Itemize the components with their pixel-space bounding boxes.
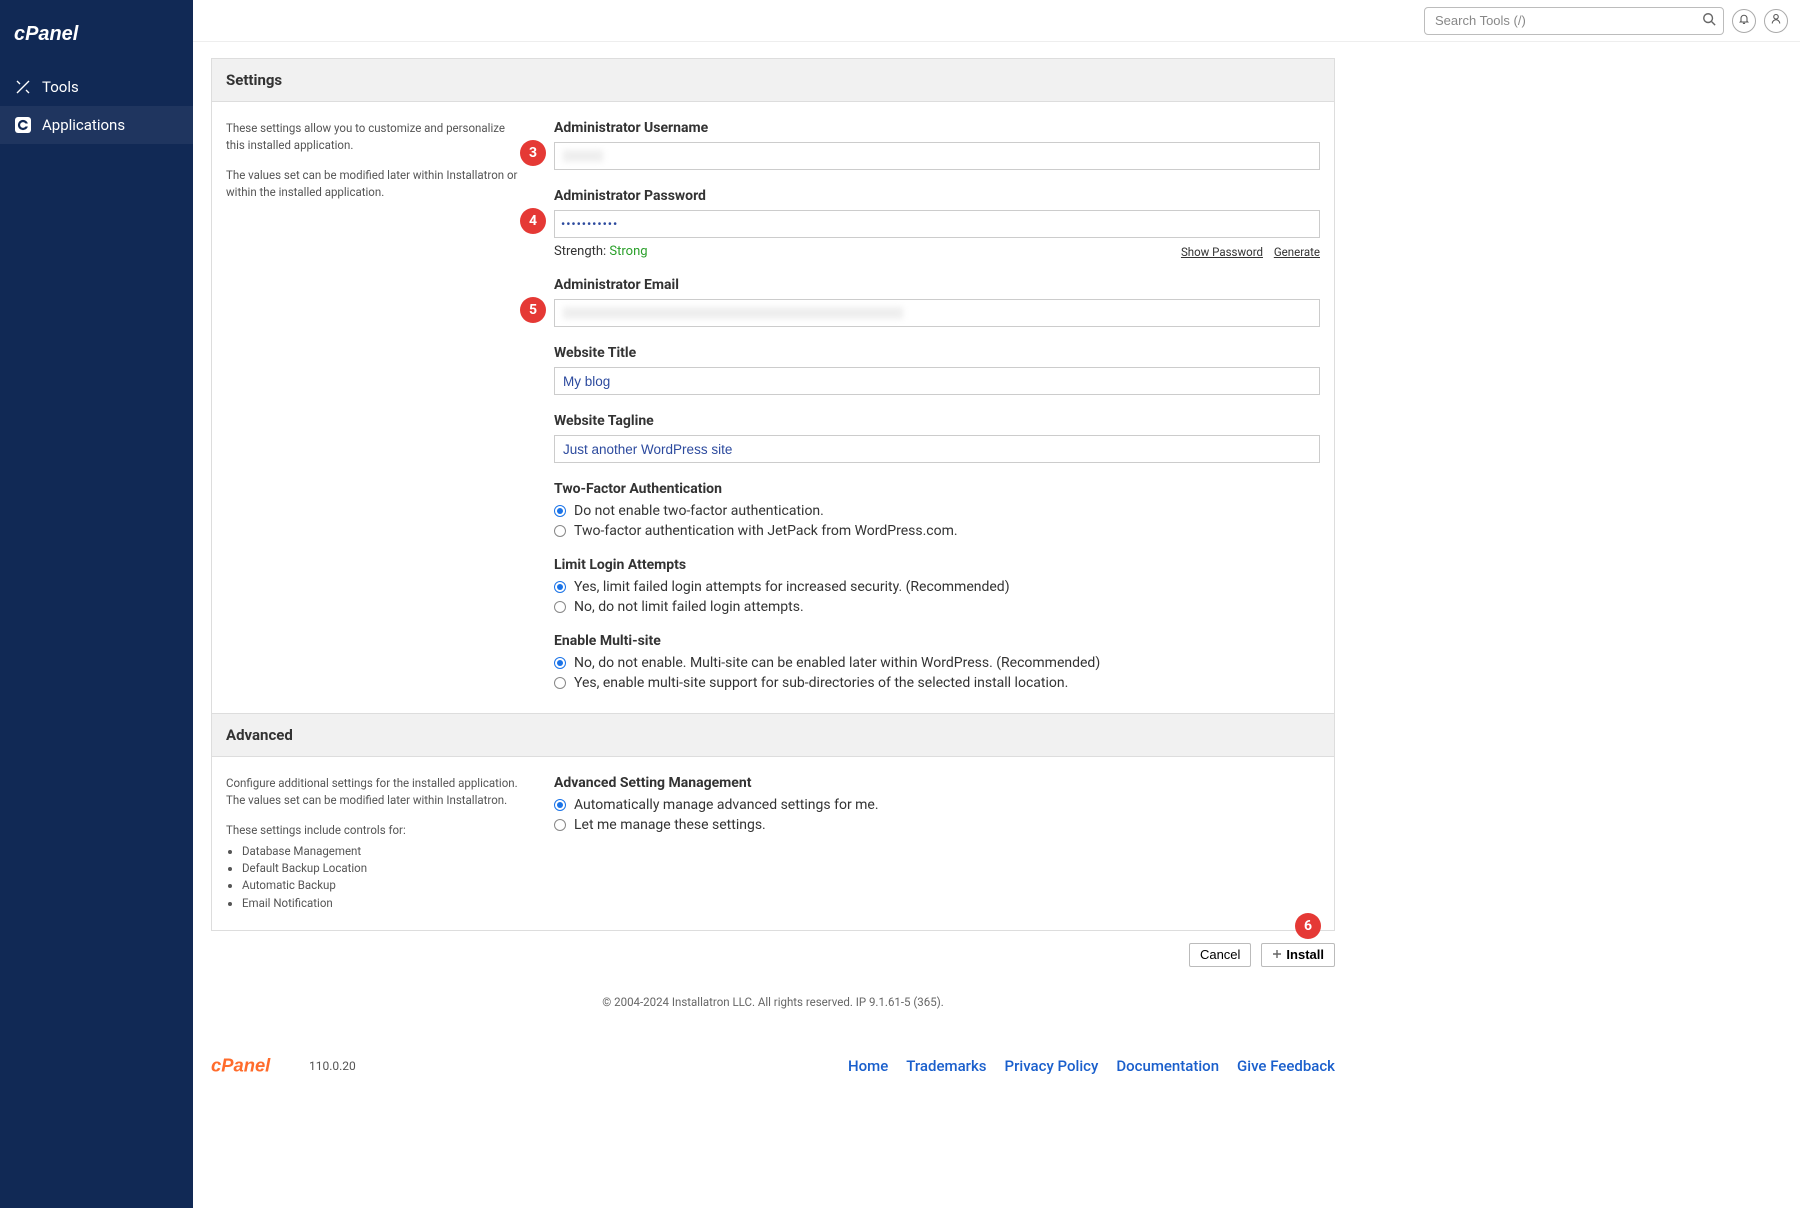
step-badge-4: 4 <box>520 208 546 234</box>
admin-email-input[interactable] <box>554 299 1320 327</box>
radio-unchecked-icon[interactable] <box>554 819 566 831</box>
cpanel-footer-logo: cPanel <box>211 1053 303 1079</box>
tfa-option-jetpack[interactable]: Two-factor authentication with JetPack f… <box>554 523 1320 539</box>
limit-login-label: Limit Login Attempts <box>554 557 1320 573</box>
footer-link-home[interactable]: Home <box>848 1057 888 1075</box>
admin-username-label: Administrator Username <box>554 120 1320 136</box>
advanced-mgmt-manual[interactable]: Let me manage these settings. <box>554 817 1320 833</box>
sidebar-item-label: Tools <box>42 78 79 96</box>
radio-checked-icon[interactable] <box>554 505 566 517</box>
search-input[interactable] <box>1424 7 1724 35</box>
user-icon <box>1770 13 1782 28</box>
admin-username-field: 3 Administrator Username <box>554 120 1320 170</box>
footer-link-privacy[interactable]: Privacy Policy <box>1005 1057 1099 1075</box>
admin-email-field: 5 Administrator Email <box>554 277 1320 327</box>
multisite-yes[interactable]: Yes, enable multi-site support for sub-d… <box>554 675 1320 691</box>
settings-header: Settings <box>212 59 1334 102</box>
copyright-text: © 2004-2024 Installatron LLC. All rights… <box>211 995 1335 1009</box>
multisite-no[interactable]: No, do not enable. Multi-site can be ena… <box>554 655 1320 671</box>
website-title-input[interactable] <box>554 367 1320 395</box>
footer-links: Home Trademarks Privacy Policy Documenta… <box>848 1057 1335 1075</box>
footer: cPanel 110.0.20 Home Trademarks Privacy … <box>211 1045 1335 1097</box>
limit-login-no[interactable]: No, do not limit failed login attempts. <box>554 599 1320 615</box>
limit-login-yes[interactable]: Yes, limit failed login attempts for inc… <box>554 579 1320 595</box>
cancel-button[interactable]: Cancel <box>1189 943 1251 967</box>
svg-text:cPanel: cPanel <box>14 23 79 45</box>
cpanel-version: 110.0.20 <box>309 1059 356 1073</box>
password-strength-value: Strong <box>609 244 647 259</box>
applications-icon <box>14 116 32 134</box>
sidebar-item-applications[interactable]: Applications <box>0 106 193 144</box>
notifications-button[interactable] <box>1732 9 1756 33</box>
svg-text:cPanel: cPanel <box>211 1054 271 1075</box>
step-badge-3: 3 <box>520 140 546 166</box>
account-button[interactable] <box>1764 9 1788 33</box>
admin-email-label: Administrator Email <box>554 277 1320 293</box>
main: Settings These settings allow you to cus… <box>193 0 1800 1208</box>
tfa-option-disable[interactable]: Do not enable two-factor authentication. <box>554 503 1320 519</box>
actions-row: 6 Cancel Install <box>211 943 1335 967</box>
search-icon[interactable] <box>1702 12 1716 30</box>
cpanel-logo: cPanel <box>0 12 193 68</box>
website-title-label: Website Title <box>554 345 1320 361</box>
step-badge-5: 5 <box>520 297 546 323</box>
sidebar: cPanel Tools Applications <box>0 0 193 1208</box>
two-factor-label: Two-Factor Authentication <box>554 481 1320 497</box>
admin-password-input[interactable]: ••••••••••• <box>554 210 1320 238</box>
radio-checked-icon[interactable] <box>554 657 566 669</box>
advanced-mgmt-auto[interactable]: Automatically manage advanced settings f… <box>554 797 1320 813</box>
step-badge-6: 6 <box>1295 913 1321 939</box>
radio-unchecked-icon[interactable] <box>554 601 566 613</box>
topbar <box>193 0 1800 42</box>
search-wrap <box>1424 7 1724 35</box>
limit-login-field: Limit Login Attempts Yes, limit failed l… <box>554 557 1320 615</box>
advanced-header: Advanced <box>212 713 1334 757</box>
sidebar-item-label: Applications <box>42 116 125 134</box>
advanced-description: Configure additional settings for the in… <box>226 775 526 912</box>
radio-unchecked-icon[interactable] <box>554 677 566 689</box>
multisite-label: Enable Multi-site <box>554 633 1320 649</box>
website-tagline-field: Website Tagline <box>554 413 1320 463</box>
generate-password-link[interactable]: Generate <box>1274 245 1320 259</box>
show-password-link[interactable]: Show Password <box>1181 245 1263 259</box>
admin-password-field: 4 Administrator Password ••••••••••• Str… <box>554 188 1320 259</box>
multisite-field: Enable Multi-site No, do not enable. Mul… <box>554 633 1320 691</box>
advanced-bullets: Database Management Default Backup Locat… <box>242 843 526 912</box>
website-title-field: Website Title <box>554 345 1320 395</box>
footer-link-trademarks[interactable]: Trademarks <box>906 1057 986 1075</box>
advanced-mgmt-label: Advanced Setting Management <box>554 775 1320 791</box>
website-tagline-input[interactable] <box>554 435 1320 463</box>
settings-description: These settings allow you to customize an… <box>226 120 526 695</box>
footer-link-documentation[interactable]: Documentation <box>1116 1057 1219 1075</box>
admin-username-input[interactable] <box>554 142 1320 170</box>
radio-checked-icon[interactable] <box>554 799 566 811</box>
website-tagline-label: Website Tagline <box>554 413 1320 429</box>
radio-unchecked-icon[interactable] <box>554 525 566 537</box>
two-factor-field: Two-Factor Authentication Do not enable … <box>554 481 1320 539</box>
settings-card: Settings These settings allow you to cus… <box>211 58 1335 931</box>
plus-icon <box>1272 947 1282 962</box>
footer-link-feedback[interactable]: Give Feedback <box>1237 1057 1335 1075</box>
tools-icon <box>14 78 32 96</box>
bell-icon <box>1738 13 1750 28</box>
radio-checked-icon[interactable] <box>554 581 566 593</box>
advanced-mgmt-field: Advanced Setting Management Automaticall… <box>554 775 1320 833</box>
sidebar-item-tools[interactable]: Tools <box>0 68 193 106</box>
install-button[interactable]: Install <box>1261 943 1335 967</box>
admin-password-label: Administrator Password <box>554 188 1320 204</box>
password-strength-label: Strength: <box>554 244 609 259</box>
